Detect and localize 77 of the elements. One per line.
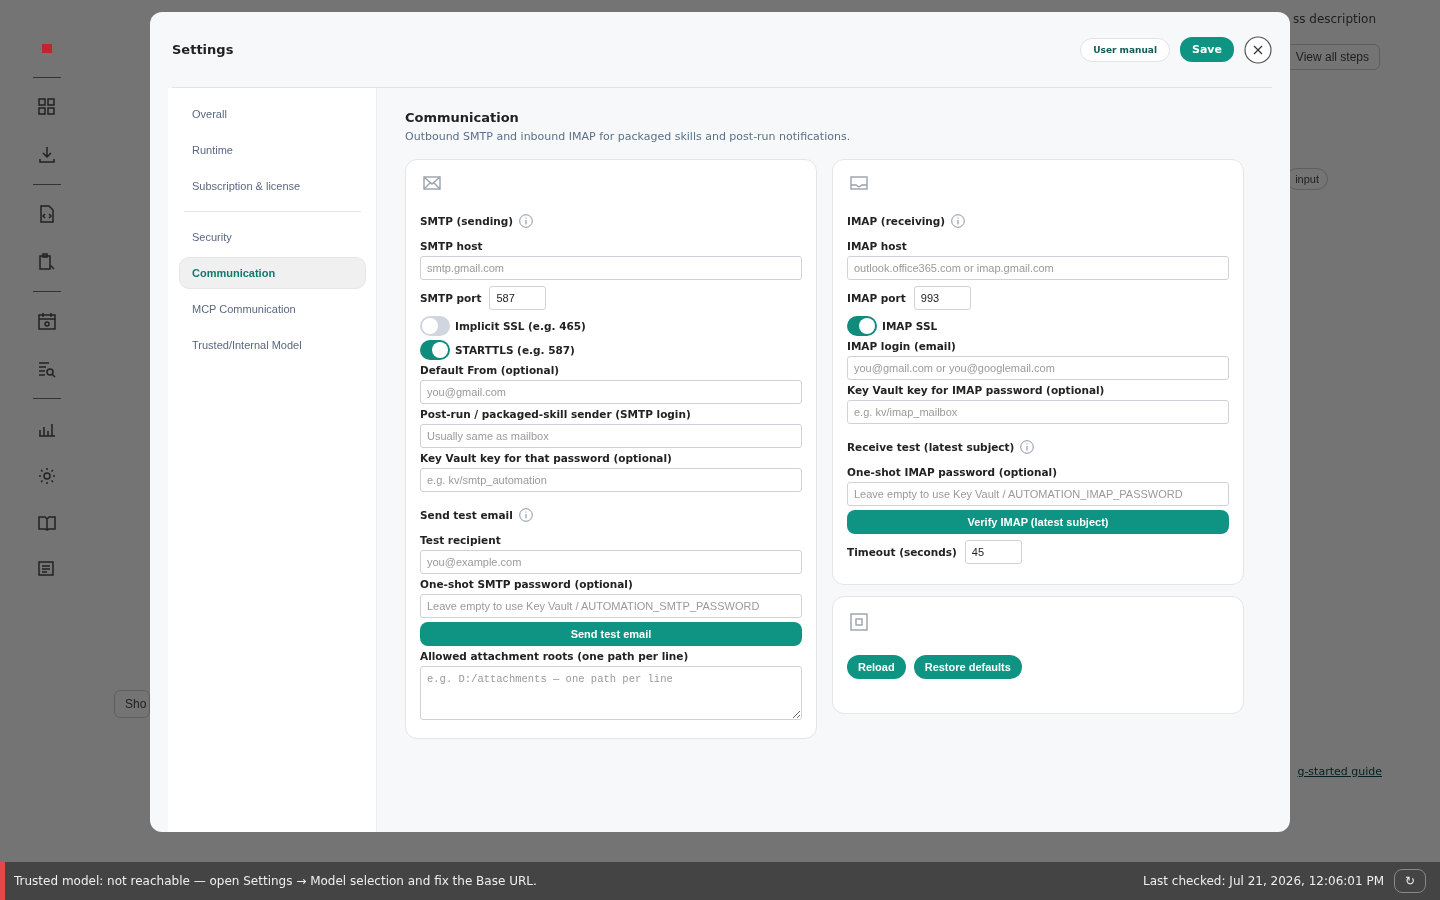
text-field[interactable]: outlook.office365.com or imap.gmail.com bbox=[847, 256, 1229, 280]
field-label: SMTP host bbox=[420, 240, 484, 252]
field-label: Test recipient bbox=[420, 534, 502, 546]
save-button[interactable]: Save bbox=[1180, 37, 1234, 62]
field-label: One-shot SMTP password (optional) bbox=[420, 578, 634, 590]
status-message: Trusted model: not reachable — open Settings → Model selection and fix the Base URL. bbox=[14, 874, 537, 888]
download-icon[interactable] bbox=[38, 146, 56, 164]
text-area[interactable]: e.g. D:/attachments — one path per line bbox=[420, 666, 802, 720]
inbox-icon bbox=[850, 176, 868, 190]
info-icon[interactable] bbox=[1020, 440, 1035, 454]
settings-nav-item[interactable]: Subscription & license bbox=[179, 170, 366, 202]
number-field[interactable]: 587 bbox=[489, 286, 547, 310]
text-field[interactable]: e.g. kv/imap_mailbox bbox=[847, 400, 1229, 424]
number-field[interactable]: 45 bbox=[964, 540, 1022, 564]
settings-nav-item[interactable]: Overall bbox=[179, 98, 366, 130]
dialog-title: Settings bbox=[172, 42, 234, 57]
field-label: SMTP port bbox=[420, 292, 482, 304]
settings-nav-item[interactable]: Communication bbox=[179, 257, 366, 289]
field-label: Allowed attachment roots (one path per line) bbox=[420, 650, 690, 662]
sun-icon[interactable] bbox=[38, 467, 56, 485]
field-label: Post-run / packaged-skill sender (SMTP login) bbox=[420, 408, 692, 420]
group-heading: Send test email bbox=[420, 509, 513, 521]
group-heading: IMAP (receiving) bbox=[847, 215, 946, 227]
group-heading: Receive test (latest subject) bbox=[847, 441, 1015, 453]
text-field[interactable]: you@example.com bbox=[420, 550, 802, 574]
text-field[interactable]: you@gmail.com bbox=[420, 380, 802, 404]
settings-nav-item[interactable]: Security bbox=[179, 221, 366, 253]
toggle-switch[interactable] bbox=[420, 316, 450, 336]
text-field[interactable]: Leave empty to use Key Vault / AUTOMATION_SMTP_PASSWORD bbox=[420, 594, 802, 618]
toggle-label: STARTTLS (e.g. 587) bbox=[455, 344, 575, 356]
note-icon[interactable] bbox=[38, 561, 56, 577]
field-label: Key Vault key for IMAP password (optional) bbox=[847, 384, 1106, 396]
manual-button[interactable]: User manual bbox=[1080, 37, 1170, 62]
send-test-button[interactable]: Send test email bbox=[420, 622, 802, 646]
envelope-icon bbox=[423, 176, 441, 190]
info-icon[interactable] bbox=[518, 508, 533, 522]
show-button[interactable]: Sho bbox=[114, 690, 150, 718]
settings-nav-item[interactable]: Trusted/Internal Model bbox=[179, 329, 366, 361]
book-icon[interactable] bbox=[38, 515, 56, 531]
toggle-label: Implicit SSL (e.g. 465) bbox=[455, 320, 586, 332]
guide-link[interactable]: g-started guide bbox=[1297, 765, 1382, 778]
code-file-icon[interactable] bbox=[39, 205, 55, 223]
text-field[interactable]: e.g. kv/smtp_automation bbox=[420, 468, 802, 492]
verify-button[interactable]: Verify IMAP (latest subject) bbox=[847, 510, 1229, 534]
text-field[interactable]: smtp.gmail.com bbox=[420, 256, 802, 280]
settings-nav-item[interactable]: Runtime bbox=[179, 134, 366, 166]
action-button[interactable]: Restore defaults bbox=[913, 655, 1022, 679]
page-description: ss description bbox=[1292, 12, 1376, 26]
field-label: Key Vault key for that password (optional) bbox=[420, 452, 673, 464]
field-label: IMAP host bbox=[847, 240, 908, 252]
last-checked-text: Last checked: Jul 21, 2026, 12:06:01 PM bbox=[1142, 874, 1384, 888]
field-label: IMAP port bbox=[847, 292, 906, 304]
text-field[interactable]: Leave empty to use Key Vault / AUTOMATION_IMAP_PASSWORD bbox=[847, 482, 1229, 506]
group-heading: SMTP (sending) bbox=[420, 215, 514, 227]
action-button[interactable]: Reload bbox=[847, 655, 906, 679]
text-field[interactable]: you@gmail.com or you@googlemail.com bbox=[847, 356, 1229, 380]
field-label: One-shot IMAP password (optional) bbox=[847, 466, 1058, 478]
toggle-switch[interactable] bbox=[420, 340, 450, 360]
list-search-icon[interactable] bbox=[38, 360, 56, 378]
grid-icon[interactable] bbox=[38, 98, 56, 116]
field-label: IMAP login (email) bbox=[847, 340, 957, 352]
calendar-icon[interactable] bbox=[38, 312, 56, 330]
field-label: Default From (optional) bbox=[420, 364, 561, 376]
number-field[interactable]: 993 bbox=[913, 286, 971, 310]
section-description: Outbound SMTP and inbound IMAP for packaged skills and post-run notifications. bbox=[405, 130, 852, 143]
text-field[interactable]: Usually same as mailbox bbox=[420, 424, 802, 448]
close-icon[interactable] bbox=[1244, 35, 1272, 64]
settings-nav-item[interactable]: MCP Communication bbox=[179, 293, 366, 325]
info-icon[interactable] bbox=[951, 214, 966, 228]
toggle-switch[interactable] bbox=[847, 316, 877, 336]
section-title: Communication bbox=[405, 110, 520, 125]
square-icon bbox=[850, 613, 868, 631]
field-label: Timeout (seconds) bbox=[847, 546, 957, 558]
info-icon[interactable] bbox=[519, 214, 534, 228]
refresh-button[interactable]: ↻ bbox=[1394, 869, 1426, 893]
toggle-label: IMAP SSL bbox=[882, 320, 938, 332]
clipboard-icon[interactable] bbox=[38, 253, 56, 271]
